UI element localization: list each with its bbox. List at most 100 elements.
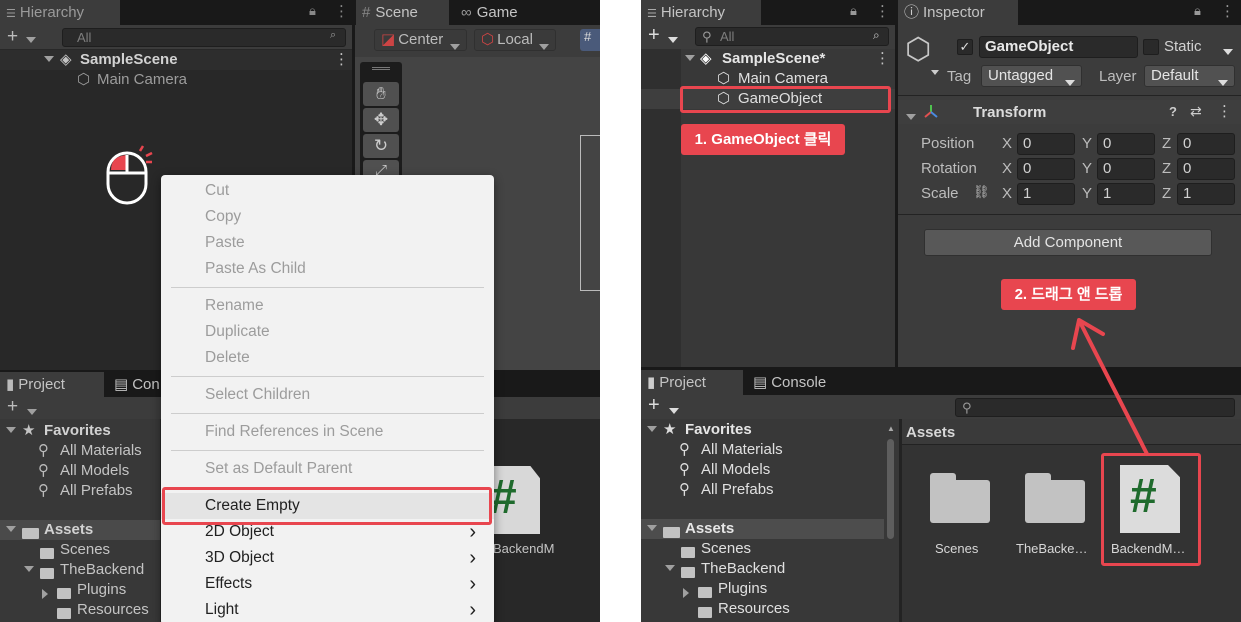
position-label: Position <box>921 135 975 152</box>
folder-icon <box>22 524 39 544</box>
inspector-tab[interactable]: ⓘ Inspector <box>898 0 1018 25</box>
tab-console[interactable]: ▤ Console <box>747 370 847 395</box>
menu-item-duplicate[interactable]: Duplicate <box>161 319 494 345</box>
hierarchy-search[interactable]: All <box>62 28 346 47</box>
constrain-link-icon[interactable]: ⛓︎ <box>973 184 990 200</box>
search-icon: ⚲ <box>38 462 49 479</box>
search-mode-icon[interactable]: ⌕ <box>873 28 880 43</box>
hierarchy-tab[interactable]: ☰ Hierarchy <box>0 0 120 25</box>
menu-item-light[interactable]: Light › <box>161 597 494 622</box>
static-dropdown-icon[interactable] <box>1223 44 1233 61</box>
lock-icon[interactable]: 🔒︎ <box>309 3 316 19</box>
axis-z-label: Z <box>1162 185 1172 202</box>
tab-project[interactable]: ▮ Project <box>0 372 104 397</box>
add-icon[interactable]: + <box>648 24 660 47</box>
project-add-icon[interactable]: + <box>7 396 18 418</box>
scene-row[interactable]: ◈ SampleScene* ⋮ <box>641 49 895 69</box>
axis-x-label: X <box>1002 185 1013 202</box>
search-mode-icon[interactable]: ⌕ <box>330 29 336 42</box>
hierarchy-icon: ☰ <box>647 8 657 20</box>
lock-icon[interactable]: 🔒︎ <box>850 3 857 19</box>
menu-item-paste[interactable]: Paste <box>161 230 494 256</box>
hierarchy-tab[interactable]: ☰ Hierarchy <box>641 0 761 25</box>
assets-row[interactable]: Assets <box>641 519 884 539</box>
right-screenshot: ☰ Hierarchy 🔒︎ ⋮ + ⚲ All ⌕ ◈ SampleScene*… <box>641 0 1241 622</box>
scale-x-field[interactable]: 1 <box>1017 183 1075 205</box>
tree-scrollbar[interactable] <box>887 439 894 539</box>
layer-dropdown[interactable]: Default <box>1144 65 1235 87</box>
scale-label: Scale <box>921 185 959 202</box>
tab-scene[interactable]: # Scene <box>356 0 449 25</box>
scene-more-icon[interactable]: ⋮ <box>875 49 890 69</box>
tab-project[interactable]: ▮ Project <box>641 370 743 395</box>
menu-item-paste-as-child[interactable]: Paste As Child <box>161 256 494 282</box>
folder-icon <box>57 604 71 622</box>
menu-item-set-default-parent[interactable]: Set as Default Parent <box>161 456 494 482</box>
scale-y-field[interactable]: 1 <box>1097 183 1155 205</box>
rotation-y-field[interactable]: 0 <box>1097 158 1155 180</box>
scene-row[interactable]: ◈ SampleScene ⋮ <box>0 50 352 70</box>
static-checkbox[interactable] <box>1143 39 1159 55</box>
hierarchy-search[interactable]: ⚲ All <box>695 27 889 46</box>
menu-separator <box>171 376 484 377</box>
menu-item-copy[interactable]: Copy <box>161 204 494 230</box>
collapse-arrow-icon[interactable] <box>906 109 916 126</box>
folder-icon: ▮ <box>6 376 15 393</box>
tab-game[interactable]: ∞ Game <box>455 0 545 25</box>
object-name-field[interactable]: GameObject <box>979 36 1138 58</box>
rotation-x-field[interactable]: 0 <box>1017 158 1075 180</box>
project-add-dropdown-icon[interactable] <box>669 403 679 420</box>
menu-item-find-references[interactable]: Find References in Scene <box>161 419 494 445</box>
add-dropdown-icon[interactable] <box>668 32 678 49</box>
highlight-script-asset <box>1101 453 1201 566</box>
assets-row[interactable]: Assets <box>0 520 160 540</box>
position-x-field[interactable]: 0 <box>1017 133 1075 155</box>
lock-icon[interactable]: 🔒︎ <box>1194 3 1201 19</box>
rotate-tool-icon[interactable]: ↻ <box>363 134 399 158</box>
add-component-button[interactable]: Add Component <box>924 229 1212 256</box>
tag-dropdown[interactable]: Untagged <box>981 65 1082 87</box>
icon-dropdown-icon[interactable] <box>931 64 939 81</box>
menu-item-delete[interactable]: Delete <box>161 345 494 371</box>
script-asset-tile[interactable]: # <box>492 466 540 534</box>
move-tool-icon[interactable]: ✥ <box>363 108 399 132</box>
position-y-field[interactable]: 0 <box>1097 133 1155 155</box>
gameobject-cube-icon: ⬡ <box>77 71 91 88</box>
menu-item-cut[interactable]: Cut <box>161 178 494 204</box>
scene-gizmo-frame <box>580 135 600 291</box>
rotation-z-field[interactable]: 0 <box>1177 158 1235 180</box>
breadcrumb-assets[interactable]: Assets <box>906 423 955 443</box>
tab-console[interactable]: ▤ Con <box>108 372 168 397</box>
console-icon: ▤ <box>753 374 768 391</box>
add-icon[interactable]: + <box>7 26 18 48</box>
active-checkbox[interactable]: ✓ <box>957 39 973 55</box>
component-more-icon[interactable]: ⋮ <box>1217 102 1232 120</box>
asset-tile-scenes-icon[interactable] <box>930 473 990 523</box>
menu-item-rename[interactable]: Rename <box>161 293 494 319</box>
grid-snap-icon[interactable]: # <box>580 29 600 51</box>
more-menu-icon[interactable]: ⋮ <box>334 2 349 20</box>
scene-name: SampleScene* <box>722 50 826 67</box>
menu-item-select-children[interactable]: Select Children <box>161 382 494 408</box>
more-menu-icon[interactable]: ⋮ <box>875 2 890 20</box>
axis-z-label: Z <box>1162 135 1172 152</box>
hierarchy-item-main-camera[interactable]: ⬡ Main Camera <box>0 70 352 90</box>
preset-icon[interactable]: ⇄ <box>1190 103 1202 120</box>
asset-tile-thebackend-icon[interactable] <box>1025 473 1085 523</box>
scene-more-icon[interactable]: ⋮ <box>334 50 349 70</box>
menu-item-3d-object[interactable]: 3D Object › <box>161 545 494 571</box>
help-icon[interactable]: ? <box>1169 104 1177 119</box>
hand-tool-icon[interactable]: ✋︎ <box>363 82 399 106</box>
scroll-up-icon[interactable]: ▲ <box>887 424 895 433</box>
position-z-field[interactable]: 0 <box>1177 133 1235 155</box>
axis-x-label: X <box>1002 160 1013 177</box>
scale-z-field[interactable]: 1 <box>1177 183 1235 205</box>
more-menu-icon[interactable]: ⋮ <box>1220 2 1235 20</box>
tool-palette-handle[interactable] <box>372 67 390 70</box>
pivot-dropdown[interactable]: ◪ Center <box>374 29 467 51</box>
space-dropdown[interactable]: ⬡ Local <box>474 29 556 51</box>
add-dropdown-icon[interactable] <box>26 32 36 49</box>
expand-arrow-icon[interactable] <box>44 50 54 70</box>
menu-item-effects[interactable]: Effects › <box>161 571 494 597</box>
project-add-icon[interactable]: + <box>648 394 660 417</box>
